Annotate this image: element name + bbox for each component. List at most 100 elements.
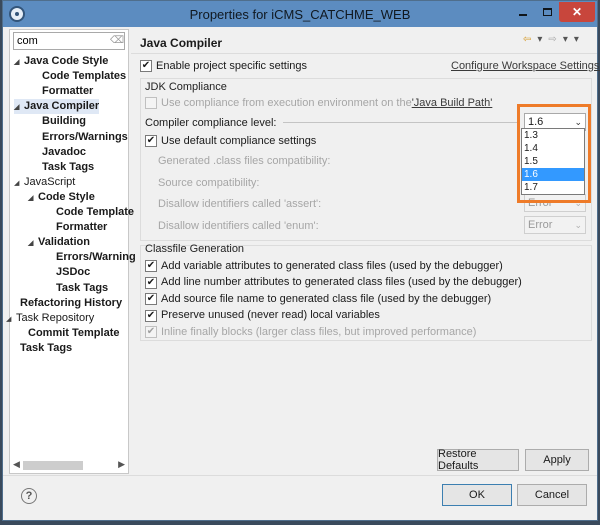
scroll-right-icon[interactable]: ▶ [118,459,125,470]
close-icon: ✕ [571,5,583,19]
expand-arrow-icon[interactable]: ◢ [6,312,16,327]
classfile-option-checkbox[interactable]: ✔ [145,293,157,306]
tree-item[interactable]: Javadoc [42,145,86,160]
scroll-left-icon[interactable]: ◀ [13,459,20,470]
use-default-checkbox[interactable]: ✔ [145,135,157,147]
filter-field[interactable]: ⌫ [13,32,125,50]
classfile-option-label: Add variable attributes to generated cla… [161,259,503,272]
jdk-compliance-title: JDK Compliance [145,81,227,93]
tree-item[interactable]: Formatter [56,220,107,235]
tree-item[interactable]: ◢ Task Repository [6,311,94,326]
properties-dialog: Properties for iCMS_CATCHME_WEB ✕ ⌫ ◢Jav… [2,0,600,521]
configure-workspace-label[interactable]: Configure Workspace Settings... [451,59,600,74]
clear-filter-icon[interactable]: ⌫ [110,35,124,46]
enable-specific-row[interactable]: ✔ Enable project specific settings [140,58,307,74]
disallow-enum-value: Error [528,219,553,231]
tree-item[interactable]: Commit Template [28,326,119,341]
generated-class-label: Generated .class files compatibility: [158,154,331,167]
window-title: Properties for iCMS_CATCHME_WEB [189,7,411,22]
expand-arrow-icon[interactable]: ◢ [14,176,24,191]
tree-item[interactable]: Formatter [42,84,93,99]
classfile-option-row[interactable]: ✔ Add variable attributes to generated cl… [145,258,503,274]
use-default-label: Use default compliance settings [161,134,317,147]
minimize-button[interactable] [511,2,535,22]
tree-item-label: Code Template [56,206,135,218]
expand-arrow-icon[interactable]: ◢ [14,55,24,70]
classfile-option-checkbox[interactable]: ✔ [145,309,157,322]
tree-item[interactable]: Errors/Warnings [42,130,128,145]
tree-item-label: Refactoring History [20,296,123,309]
source-compat-label: Source compatibility: [158,176,260,189]
ok-button[interactable]: OK [442,484,512,506]
tree-item[interactable]: JSDoc [56,265,90,280]
use-compliance-row: Use compliance from execution environmen… [145,95,492,111]
tree-item-label: Commit Template [28,326,120,339]
maximize-button[interactable] [535,2,559,22]
tree-item[interactable]: Task Tags [20,341,72,356]
tree-item[interactable]: Code Template [56,205,134,220]
dropdown-option[interactable]: 1.3 [522,129,584,142]
tree-item[interactable]: Errors/Warning [56,250,136,265]
generated-class-row: Generated .class files compatibility: [158,153,330,169]
disallow-enum-label: Disallow identifiers called 'enum': [158,219,319,232]
cancel-button[interactable]: Cancel [517,484,587,506]
dropdown-option[interactable]: 1.6 [522,168,584,181]
close-button[interactable]: ✕ [559,2,595,22]
tree-item[interactable]: Task Tags [56,281,108,296]
view-menu-icon[interactable]: ▾ [574,34,579,45]
classfile-option-row[interactable]: ✔ Preserve unused (never read) local vari… [145,308,380,324]
enable-specific-checkbox[interactable]: ✔ [140,60,152,72]
expand-arrow-icon[interactable]: ◢ [28,191,38,206]
help-icon[interactable]: ? [21,488,37,504]
tree-item[interactable]: ◢ JavaScript [14,175,75,190]
tree-item[interactable]: Building [42,114,86,129]
tree-item[interactable]: ◢ Code Style [28,190,95,205]
title-separator [131,53,597,54]
classfile-option-row[interactable]: ✔ Add source file name to generated class… [145,291,491,307]
tree-item-label: Formatter [56,221,108,234]
apply-button[interactable]: Apply [525,449,589,471]
forward-icon[interactable]: ⇨ [548,34,556,45]
tree-item[interactable]: Task Tags [42,160,94,175]
maximize-icon [542,8,552,16]
disallow-assert-label: Disallow identifiers called 'assert': [158,197,322,210]
enable-specific-label: Enable project specific settings [156,59,308,72]
disallow-enum-select[interactable]: Error ⌄ [524,216,586,234]
tree-item[interactable]: Refactoring History [20,296,122,311]
classfile-option-checkbox[interactable]: ✔ [145,260,157,272]
compliance-level-dropdown[interactable]: 1.3 1.4 1.5 1.6 1.7 [521,128,585,195]
button-bar-separator [3,475,597,476]
tree-item-label: Building [42,115,86,128]
tree-item[interactable]: ◢ Java Code Style [14,54,108,69]
dropdown-option[interactable]: 1.5 [522,155,584,168]
disallow-enum-row: Disallow identifiers called 'enum': [158,218,319,234]
classfile-option-checkbox[interactable]: ✔ [145,276,157,289]
classfile-option-row[interactable]: ✔ Add line number attributes to generated… [145,275,522,291]
tree-item[interactable]: Code Templates [42,69,126,84]
chevron-down-icon: ⌄ [574,220,582,230]
java-build-path-link[interactable]: 'Java Build Path' [412,96,493,111]
back-icon[interactable]: ⇦ [523,34,531,45]
title-bar[interactable]: Properties for iCMS_CATCHME_WEB ✕ [3,1,597,27]
back-menu-icon[interactable]: ▾ [537,34,542,45]
tree-item-label: Code Style [38,190,95,203]
use-default-row[interactable]: ✔ Use default compliance settings [145,133,316,149]
dropdown-option[interactable]: 1.7 [522,181,584,194]
use-compliance-checkbox[interactable] [145,97,157,109]
expand-arrow-icon[interactable]: ◢ [28,236,38,251]
restore-defaults-button[interactable]: Restore Defaults [437,448,519,472]
tree-item[interactable]: ◢ Java Compiler [14,99,100,115]
scroll-thumb[interactable] [23,461,83,470]
dropdown-option[interactable]: 1.4 [522,142,584,155]
compliance-level-row: Compiler compliance level: [145,115,276,131]
forward-menu-icon[interactable]: ▾ [563,34,568,45]
configure-workspace-link[interactable]: Configure Workspace Settings... [451,58,600,74]
horizontal-scrollbar[interactable]: ◀ ▶ [13,459,125,471]
classfile-option-row[interactable]: ✔ Inline finally blocks (larger class fil… [145,324,476,340]
tree-item[interactable]: ◢ Validation [28,235,90,250]
classfile-option-checkbox[interactable]: ✔ [145,326,157,339]
expand-arrow-icon[interactable]: ◢ [14,100,24,115]
tree-item-label: Task Tags [56,281,109,294]
classfile-title: Classfile Generation [145,243,245,255]
filter-input[interactable] [14,33,104,48]
